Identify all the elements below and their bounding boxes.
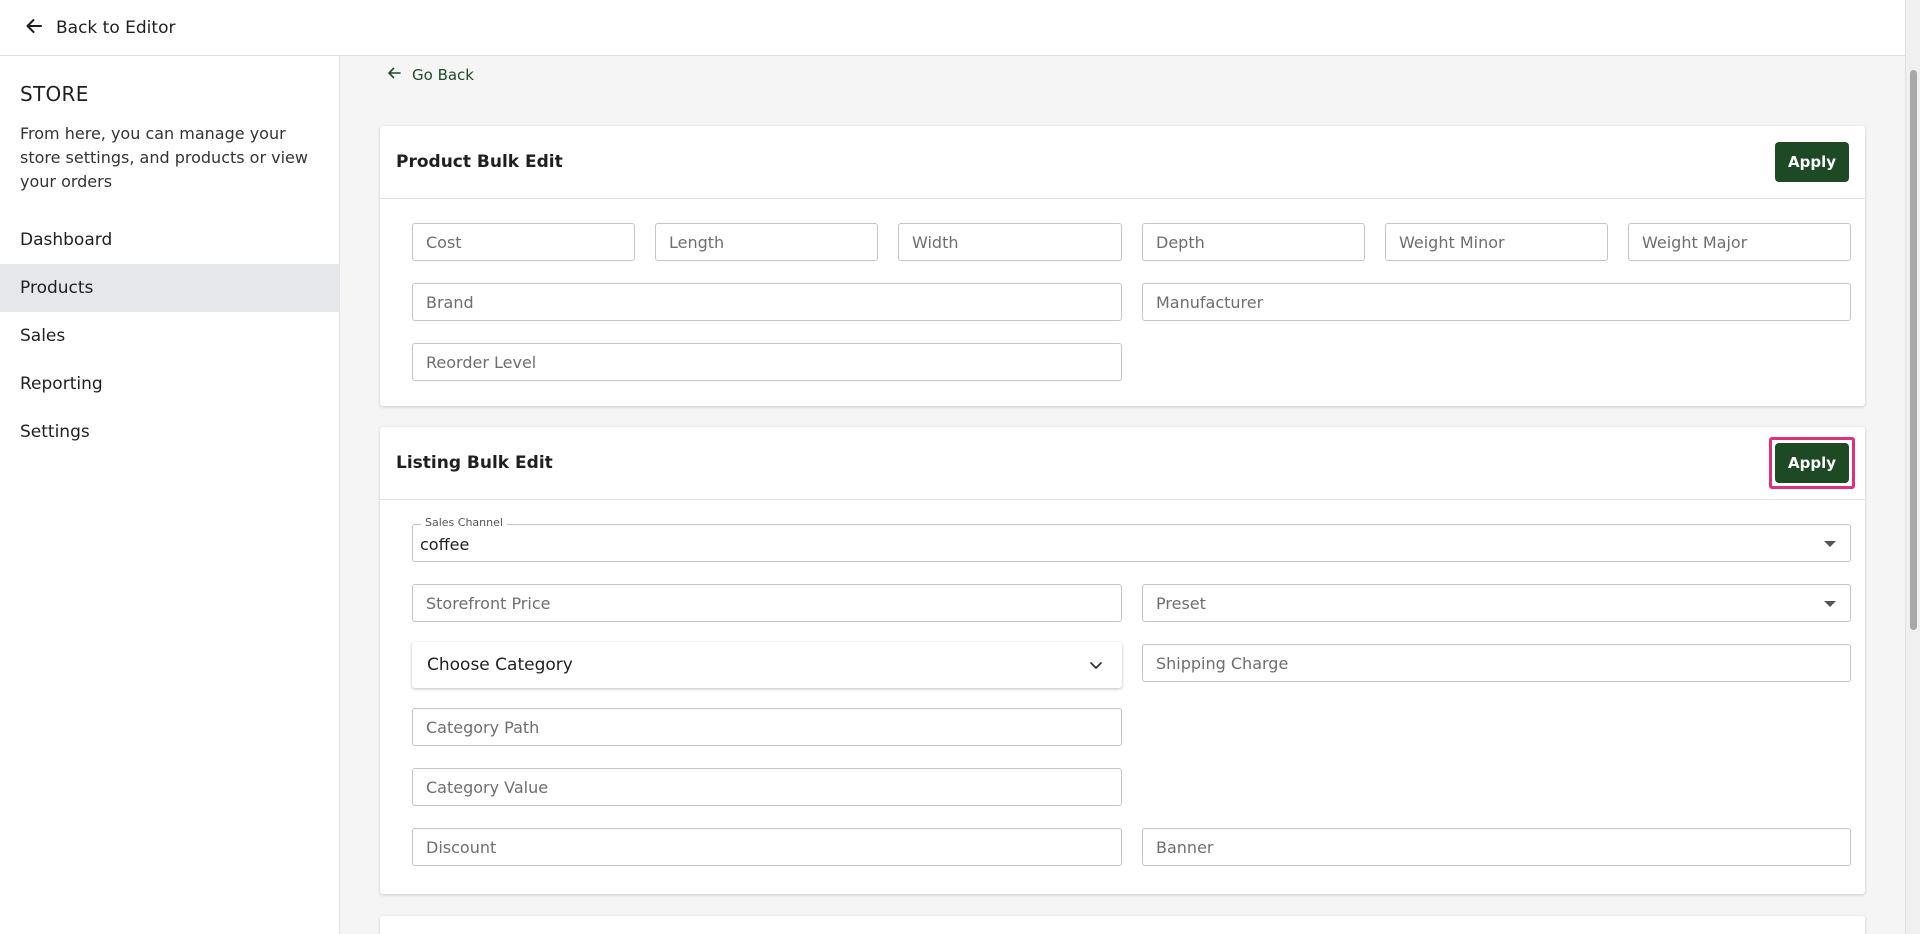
- back-to-editor-label: Back to Editor: [56, 18, 176, 38]
- banner-input[interactable]: [1143, 829, 1850, 865]
- choose-category-dropdown[interactable]: Choose Category: [412, 642, 1122, 688]
- discount-input[interactable]: [413, 829, 1121, 865]
- chevron-down-icon: [1088, 657, 1104, 677]
- manufacturer-field[interactable]: [1142, 283, 1851, 321]
- caret-down-icon: [1824, 601, 1836, 607]
- card-header: Listing Bulk Edit Apply: [380, 427, 1865, 500]
- depth-input[interactable]: [1143, 224, 1364, 260]
- go-back-link[interactable]: Go Back: [386, 64, 474, 86]
- cost-input[interactable]: [413, 224, 634, 260]
- weight-major-field[interactable]: [1628, 223, 1851, 261]
- apply-button[interactable]: Apply: [1775, 142, 1849, 182]
- sidebar-title: STORE: [20, 82, 89, 106]
- sidebar-item-reporting[interactable]: Reporting: [0, 360, 339, 408]
- brand-field[interactable]: [412, 283, 1122, 321]
- sidebar-item-products[interactable]: Products: [0, 264, 339, 312]
- sales-channel-label: Sales Channel: [421, 516, 507, 530]
- sidebar-description: From here, you can manage your store set…: [20, 124, 308, 191]
- go-back-label: Go Back: [412, 66, 474, 84]
- category-value-field[interactable]: [412, 768, 1122, 806]
- weight-major-input[interactable]: [1629, 224, 1850, 260]
- discount-field[interactable]: [412, 828, 1122, 866]
- width-field[interactable]: [898, 223, 1122, 261]
- next-card: [380, 916, 1865, 934]
- depth-field[interactable]: [1142, 223, 1365, 261]
- sales-channel-select[interactable]: Sales Channel coffee: [412, 516, 1851, 562]
- sidebar-nav: Dashboard Products Sales Reporting Setti…: [0, 216, 339, 456]
- sidebar-item-settings[interactable]: Settings: [0, 408, 339, 456]
- storefront-price-input[interactable]: [413, 585, 1121, 621]
- reorder-level-field[interactable]: [412, 343, 1122, 381]
- apply-button[interactable]: Apply: [1775, 443, 1849, 483]
- brand-input[interactable]: [413, 284, 1121, 320]
- card-header: Product Bulk Edit Apply: [380, 126, 1865, 199]
- card-title: Listing Bulk Edit: [396, 453, 553, 473]
- manufacturer-input[interactable]: [1143, 284, 1850, 320]
- category-path-input[interactable]: [413, 709, 1121, 745]
- category-path-field[interactable]: [412, 708, 1122, 746]
- sales-channel-value: coffee: [420, 535, 470, 554]
- shipping-charge-input[interactable]: [1143, 645, 1850, 681]
- top-bar: Back to Editor: [0, 0, 1905, 56]
- reorder-level-input[interactable]: [413, 344, 1121, 380]
- cost-field[interactable]: [412, 223, 635, 261]
- length-input[interactable]: [656, 224, 877, 260]
- banner-field[interactable]: [1142, 828, 1851, 866]
- preset-placeholder: Preset: [1156, 594, 1206, 613]
- main-content: Go Back Product Bulk Edit Apply Listing …: [340, 56, 1905, 934]
- arrow-left-icon: [24, 16, 44, 40]
- product-bulk-edit-card: Product Bulk Edit Apply: [380, 126, 1865, 406]
- arrow-left-icon: [386, 65, 402, 85]
- weight-minor-field[interactable]: [1385, 223, 1608, 261]
- length-field[interactable]: [655, 223, 878, 261]
- caret-down-icon: [1824, 541, 1836, 547]
- weight-minor-input[interactable]: [1386, 224, 1607, 260]
- category-value-input[interactable]: [413, 769, 1121, 805]
- listing-bulk-edit-card: Listing Bulk Edit Apply Sales Channel co…: [380, 427, 1865, 894]
- choose-category-label: Choose Category: [427, 655, 573, 675]
- back-to-editor-button[interactable]: Back to Editor: [24, 14, 175, 42]
- sidebar-item-dashboard[interactable]: Dashboard: [0, 216, 339, 264]
- width-input[interactable]: [899, 224, 1121, 260]
- card-title: Product Bulk Edit: [396, 152, 563, 172]
- storefront-price-field[interactable]: [412, 584, 1122, 622]
- scrollbar-thumb[interactable]: [1910, 70, 1917, 630]
- scrollbar[interactable]: [1905, 0, 1920, 934]
- shipping-charge-field[interactable]: [1142, 644, 1851, 682]
- sidebar-item-sales[interactable]: Sales: [0, 312, 339, 360]
- sidebar: STORE From here, you can manage your sto…: [0, 56, 340, 934]
- preset-select[interactable]: Preset: [1142, 584, 1851, 622]
